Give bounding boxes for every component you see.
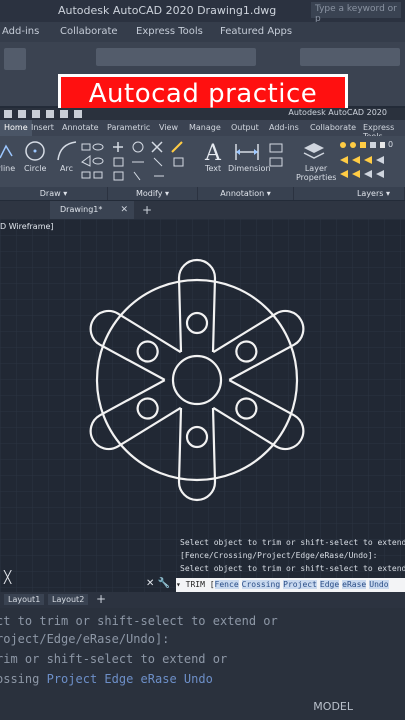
annotation-panel-label[interactable]: Annotation ▾: [198, 187, 294, 200]
background-command-options: ossing Project Edge eRase Undo: [0, 672, 213, 686]
command-option-edge[interactable]: Edge: [319, 580, 340, 589]
command-option-project[interactable]: Project: [283, 580, 317, 589]
tab-home[interactable]: Home: [0, 120, 32, 136]
tab-insert[interactable]: Insert: [31, 123, 54, 132]
draw-small-icons[interactable]: [80, 142, 106, 182]
drawing-canvas[interactable]: D Wireframe]: [0, 219, 405, 592]
command-option-fence[interactable]: Fence: [214, 580, 239, 589]
tab-add-ins[interactable]: Add-ins: [269, 123, 299, 132]
background-tab: Add-ins: [2, 26, 40, 37]
document-tab[interactable]: Drawing1* ✕: [50, 201, 134, 219]
drawing-geometry: [82, 258, 312, 502]
layout-tab-1[interactable]: Layout1: [4, 594, 45, 605]
command-prompt: TRIM [: [185, 580, 215, 589]
draw-panel-text: Draw: [39, 189, 61, 198]
command-history-line: [Fence/Crossing/Project/Edge/eRase/Undo]…: [180, 551, 378, 560]
petal: [177, 258, 217, 353]
annotation-small-icons[interactable]: [268, 140, 288, 180]
background-tab: Express Tools: [136, 26, 203, 37]
svg-text:A: A: [204, 141, 222, 164]
autocad-screen: Autodesk AutoCAD 2020 Drawing1.dwg Type …: [0, 0, 405, 720]
model-status[interactable]: MODEL: [313, 700, 353, 713]
petal-hole: [185, 311, 209, 335]
new-tab-plus-icon[interactable]: +: [142, 203, 152, 217]
ucs-x-icon: ╳: [4, 570, 12, 584]
background-tab: Collaborate: [60, 26, 118, 37]
tab-annotate[interactable]: Annotate: [62, 123, 99, 132]
background-search: Type a keyword or p: [311, 2, 401, 24]
close-icon[interactable]: ✕: [120, 201, 128, 219]
tab-manage[interactable]: Manage: [189, 123, 221, 132]
arc-icon[interactable]: [56, 140, 78, 162]
current-layer-value[interactable]: 0: [388, 140, 393, 149]
command-history-line: Select object to trim or shift-select to…: [180, 564, 405, 573]
modify-panel-label[interactable]: Modify ▾: [108, 187, 198, 200]
background-option: Edge: [104, 672, 134, 686]
command-history-line: Select object to trim or shift-select to…: [180, 538, 405, 547]
background-command-line: rim or shift-select to extend or: [0, 652, 228, 666]
background-icon: [4, 48, 26, 70]
app-title: Autodesk AutoCAD 2020: [288, 108, 387, 117]
background-box: [300, 48, 400, 66]
background-command-line: roject/Edge/eRase/Undo]:: [0, 632, 170, 646]
command-option-crossing[interactable]: Crossing: [241, 580, 281, 589]
flower-drawing: [82, 258, 312, 502]
background-tab: Featured Apps: [220, 26, 293, 37]
layer-properties-icon[interactable]: [302, 140, 326, 162]
tab-collaborate[interactable]: Collaborate: [310, 123, 356, 132]
command-input[interactable]: ▾ TRIM [Fence Crossing Project Edge eRase Und…: [176, 578, 405, 592]
ribbon-tabs: Home Insert Annotate Parametric View Man…: [0, 120, 405, 141]
text-icon[interactable]: A: [202, 140, 224, 164]
background-option: Undo: [183, 672, 213, 686]
tab-output[interactable]: Output: [231, 123, 259, 132]
layout-tabs-bar: Layout1 Layout2 +: [0, 592, 405, 608]
background-command-line: ct to trim or shift-select to extend or: [0, 614, 278, 628]
layout-tab-2[interactable]: Layout2: [48, 594, 89, 605]
document-tabs: Drawing1* ✕ +: [0, 201, 405, 219]
ribbon: yline Circle Arc A Tex: [0, 136, 405, 200]
arc-label[interactable]: Arc: [60, 164, 73, 173]
polyline-label[interactable]: yline: [0, 164, 15, 173]
command-line-icons[interactable]: ✕ 🔧: [146, 578, 170, 589]
background-command-area: ct to trim or shift-select to extend or …: [0, 608, 405, 720]
modify-tools-icons[interactable]: [112, 140, 194, 184]
layers-panel-text: Layers: [356, 189, 384, 198]
chevron-down-icon[interactable]: ▾: [176, 580, 186, 589]
document-tab-label: Drawing1*: [60, 205, 103, 214]
center-circle: [171, 354, 223, 406]
dimension-icon[interactable]: [234, 140, 260, 164]
circle-label[interactable]: Circle: [24, 164, 46, 173]
tab-view[interactable]: View: [159, 123, 178, 132]
background-tabs: Add-ins Collaborate Express Tools Featur…: [0, 22, 405, 42]
background-option: ossing: [0, 672, 40, 686]
modify-panel-text: Modify: [135, 189, 163, 198]
background-title: Autodesk AutoCAD 2020 Drawing1.dwg: [58, 4, 277, 17]
text-label[interactable]: Text: [205, 164, 221, 173]
dimension-label[interactable]: Dimension: [228, 164, 271, 173]
circle-icon[interactable]: [24, 140, 46, 162]
draw-panel-label[interactable]: Draw ▾: [0, 187, 108, 200]
background-layer-box: [96, 48, 256, 66]
tab-parametric[interactable]: Parametric: [107, 123, 150, 132]
command-option-undo[interactable]: Undo: [369, 580, 389, 589]
quick-access-icons[interactable]: [4, 109, 114, 119]
background-title-bar: Autodesk AutoCAD 2020 Drawing1.dwg Type …: [0, 0, 405, 24]
polyline-icon[interactable]: [0, 142, 16, 162]
annotation-panel-text: Annotation: [220, 189, 265, 198]
outer-circle: [95, 278, 299, 482]
layer-properties-label[interactable]: Layer Properties: [296, 164, 336, 182]
command-option-erase[interactable]: eRase: [342, 580, 367, 589]
background-option: eRase: [140, 672, 177, 686]
quick-access-toolbar: Autodesk AutoCAD 2020: [0, 108, 405, 120]
background-option: Project: [46, 672, 98, 686]
layers-panel-label[interactable]: Layers ▾: [294, 187, 405, 200]
add-layout-plus-icon[interactable]: +: [96, 592, 106, 606]
